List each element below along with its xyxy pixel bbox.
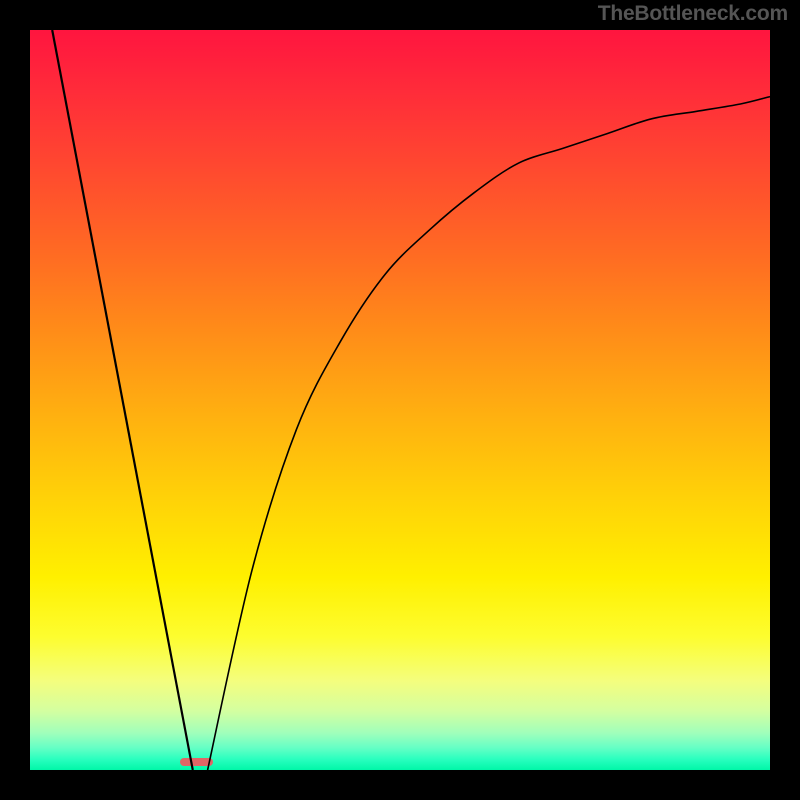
curve-right-segment [208, 97, 770, 770]
plot-area [30, 30, 770, 770]
chart-curves [30, 30, 770, 770]
watermark-text: TheBottleneck.com [598, 2, 788, 26]
curve-left-segment [52, 30, 193, 770]
